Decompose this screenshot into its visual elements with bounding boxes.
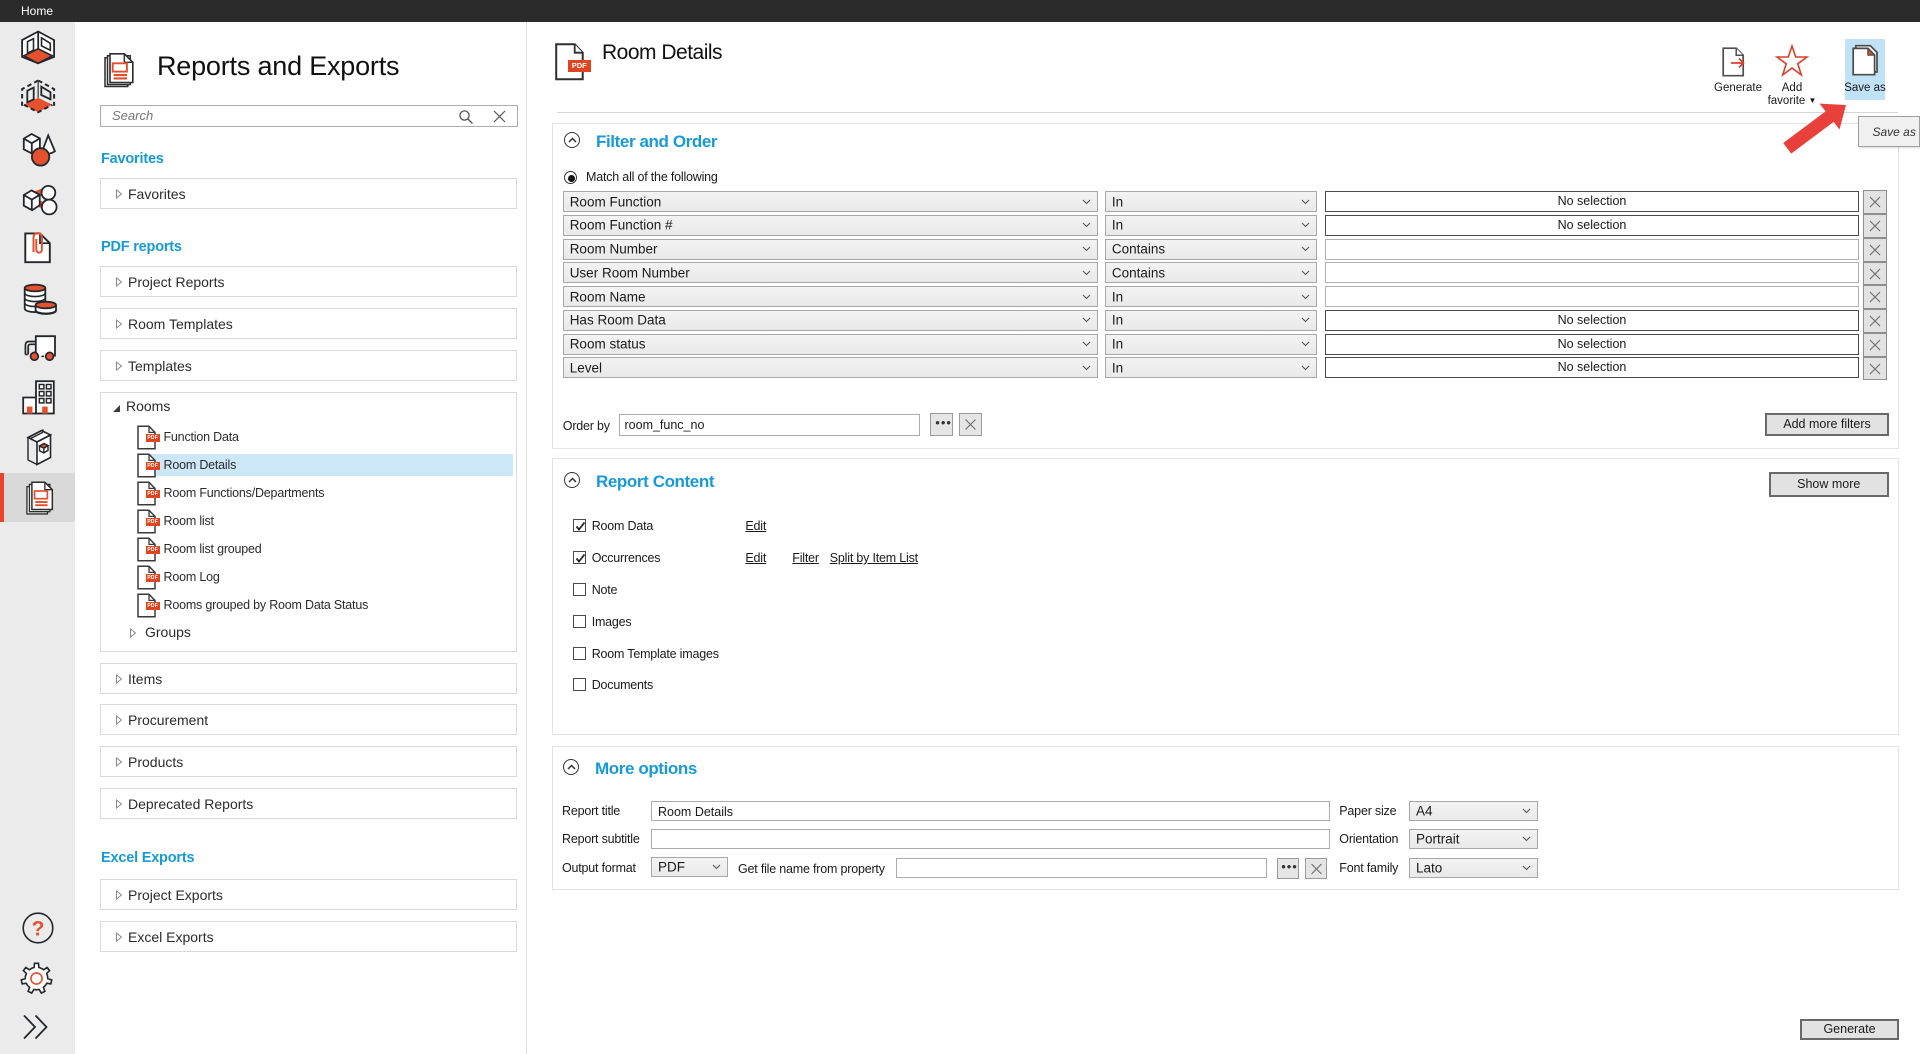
svg-text:?: ? (32, 918, 45, 941)
